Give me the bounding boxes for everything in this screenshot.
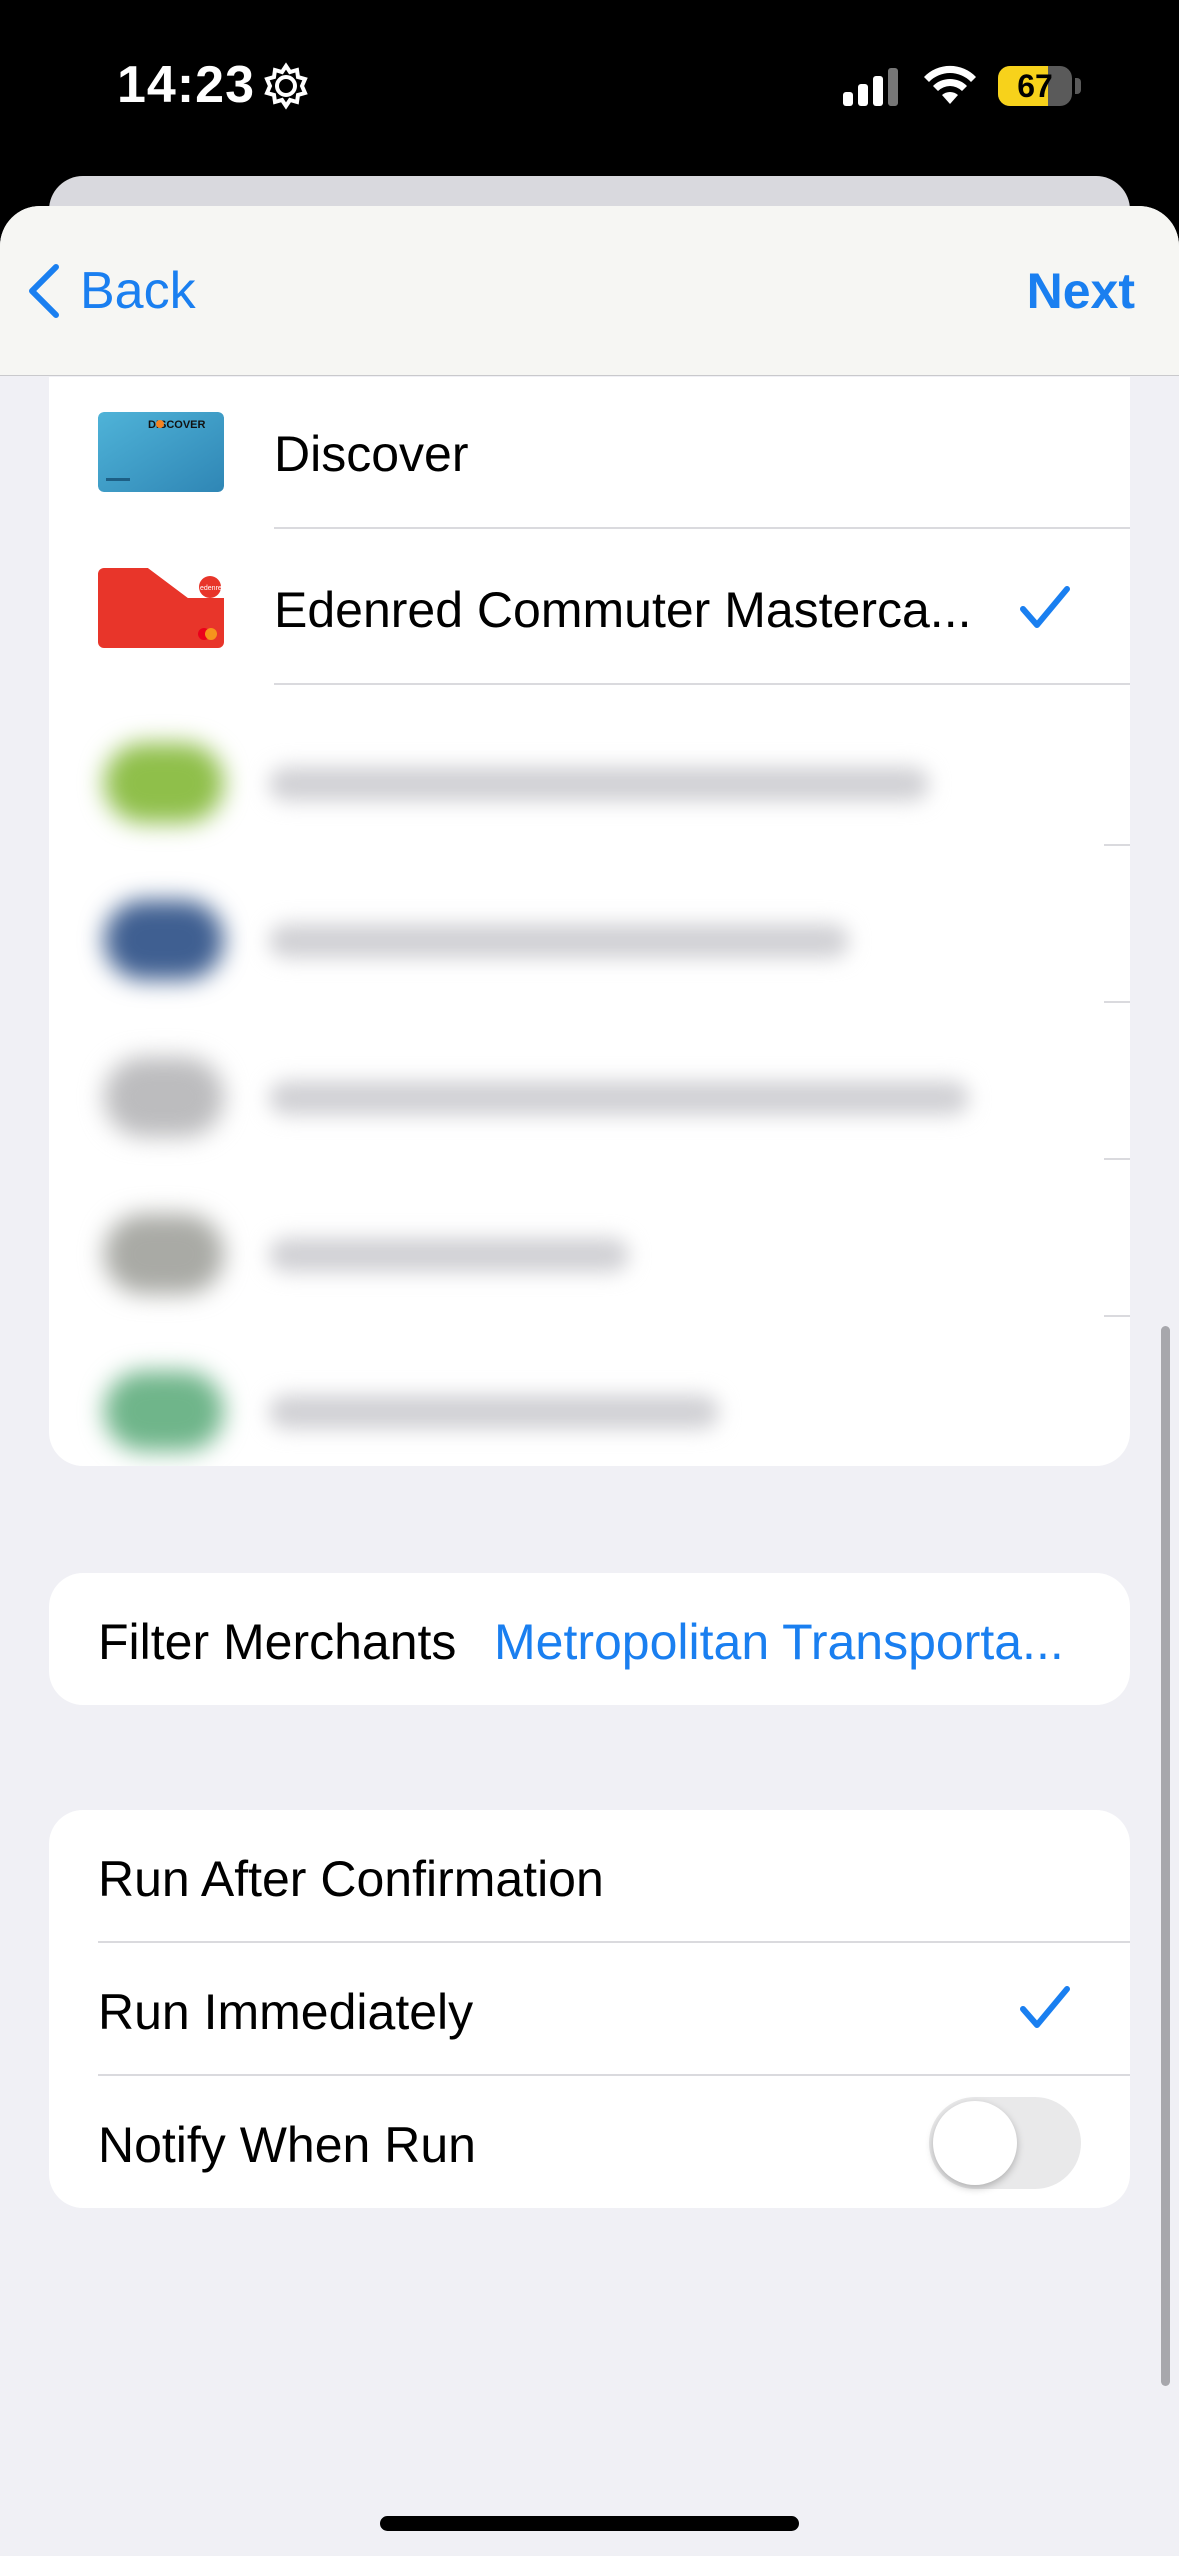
battery-icon: 67 <box>998 66 1072 106</box>
blurred-card-image <box>104 900 224 980</box>
option-label: Notify When Run <box>98 2117 476 2173</box>
wifi-icon <box>924 65 976 104</box>
separator <box>1104 1158 1130 1160</box>
status-time: 14:23 <box>117 56 255 114</box>
card-list: DISCOVER Discover edenred Edenred Commut… <box>49 377 1130 1466</box>
battery-percentage: 67 <box>1017 68 1053 104</box>
gear-icon <box>264 62 308 110</box>
blurred-card-image <box>104 743 224 823</box>
blurred-card-image <box>104 1214 224 1294</box>
checkmark-icon <box>1020 1986 1070 2028</box>
blurred-card-row <box>69 1021 1104 1178</box>
edenred-logo-text: edenred <box>200 585 224 592</box>
home-indicator[interactable] <box>380 2516 799 2531</box>
blurred-card-image <box>104 1057 224 1137</box>
notify-when-run-row: Notify When Run <box>49 2076 1130 2208</box>
discover-card-image: DISCOVER <box>98 412 224 492</box>
separator <box>1104 1001 1130 1003</box>
separator <box>1104 844 1130 846</box>
run-after-confirmation-option[interactable]: Run After Confirmation <box>49 1810 1130 1942</box>
vertical-scrollbar[interactable] <box>1161 1326 1170 2386</box>
toggle-knob <box>933 2101 1017 2185</box>
blurred-card-name <box>269 1395 719 1429</box>
chevron-left-icon <box>29 264 59 318</box>
card-row-discover[interactable]: DISCOVER Discover <box>49 377 1130 533</box>
blurred-card-image <box>104 1371 224 1451</box>
status-bar: 14:23 67 <box>0 0 1179 175</box>
blurred-card-row <box>69 1178 1104 1335</box>
blurred-card-name <box>269 767 929 801</box>
cellular-signal-icon <box>843 68 898 106</box>
back-label: Back <box>80 262 196 320</box>
notify-when-run-toggle[interactable] <box>929 2097 1081 2189</box>
option-label: Run After Confirmation <box>98 1851 604 1907</box>
battery-tip <box>1075 78 1081 94</box>
run-options-group: Run After Confirmation Run Immediately N… <box>49 1810 1130 2208</box>
option-label: Run Immediately <box>98 1984 474 2040</box>
blurred-card-row <box>69 864 1104 1021</box>
card-name: Discover <box>274 426 469 482</box>
navigation-bar: Back Next <box>0 206 1179 376</box>
blurred-card-row <box>69 1335 1104 1466</box>
separator <box>274 527 1130 529</box>
blurred-card-rows <box>69 707 1130 1451</box>
card-name: Edenred Commuter Masterca... <box>274 582 972 638</box>
blurred-card-name <box>269 1081 969 1115</box>
run-immediately-option[interactable]: Run Immediately <box>49 1943 1130 2075</box>
edenred-card-image: edenred <box>98 568 224 648</box>
blurred-card-name <box>269 1238 629 1272</box>
blurred-card-name <box>269 924 849 958</box>
separator <box>274 683 1130 685</box>
filter-merchants-value[interactable]: Metropolitan Transporta... <box>494 1613 1064 1671</box>
back-button[interactable]: Back <box>26 261 196 321</box>
filter-merchants-row[interactable]: Filter Merchants Metropolitan Transporta… <box>49 1573 1130 1705</box>
checkmark-icon <box>1020 586 1070 628</box>
next-button[interactable]: Next <box>1027 262 1135 320</box>
card-selection-sheet: Back Next DISCOVER Discover edenred Eden… <box>0 206 1179 2556</box>
blurred-card-row <box>69 707 1104 864</box>
card-row-edenred[interactable]: edenred Edenred Commuter Masterca... <box>49 533 1130 689</box>
filter-merchants-label: Filter Merchants <box>98 1614 457 1670</box>
separator <box>1104 1315 1130 1317</box>
